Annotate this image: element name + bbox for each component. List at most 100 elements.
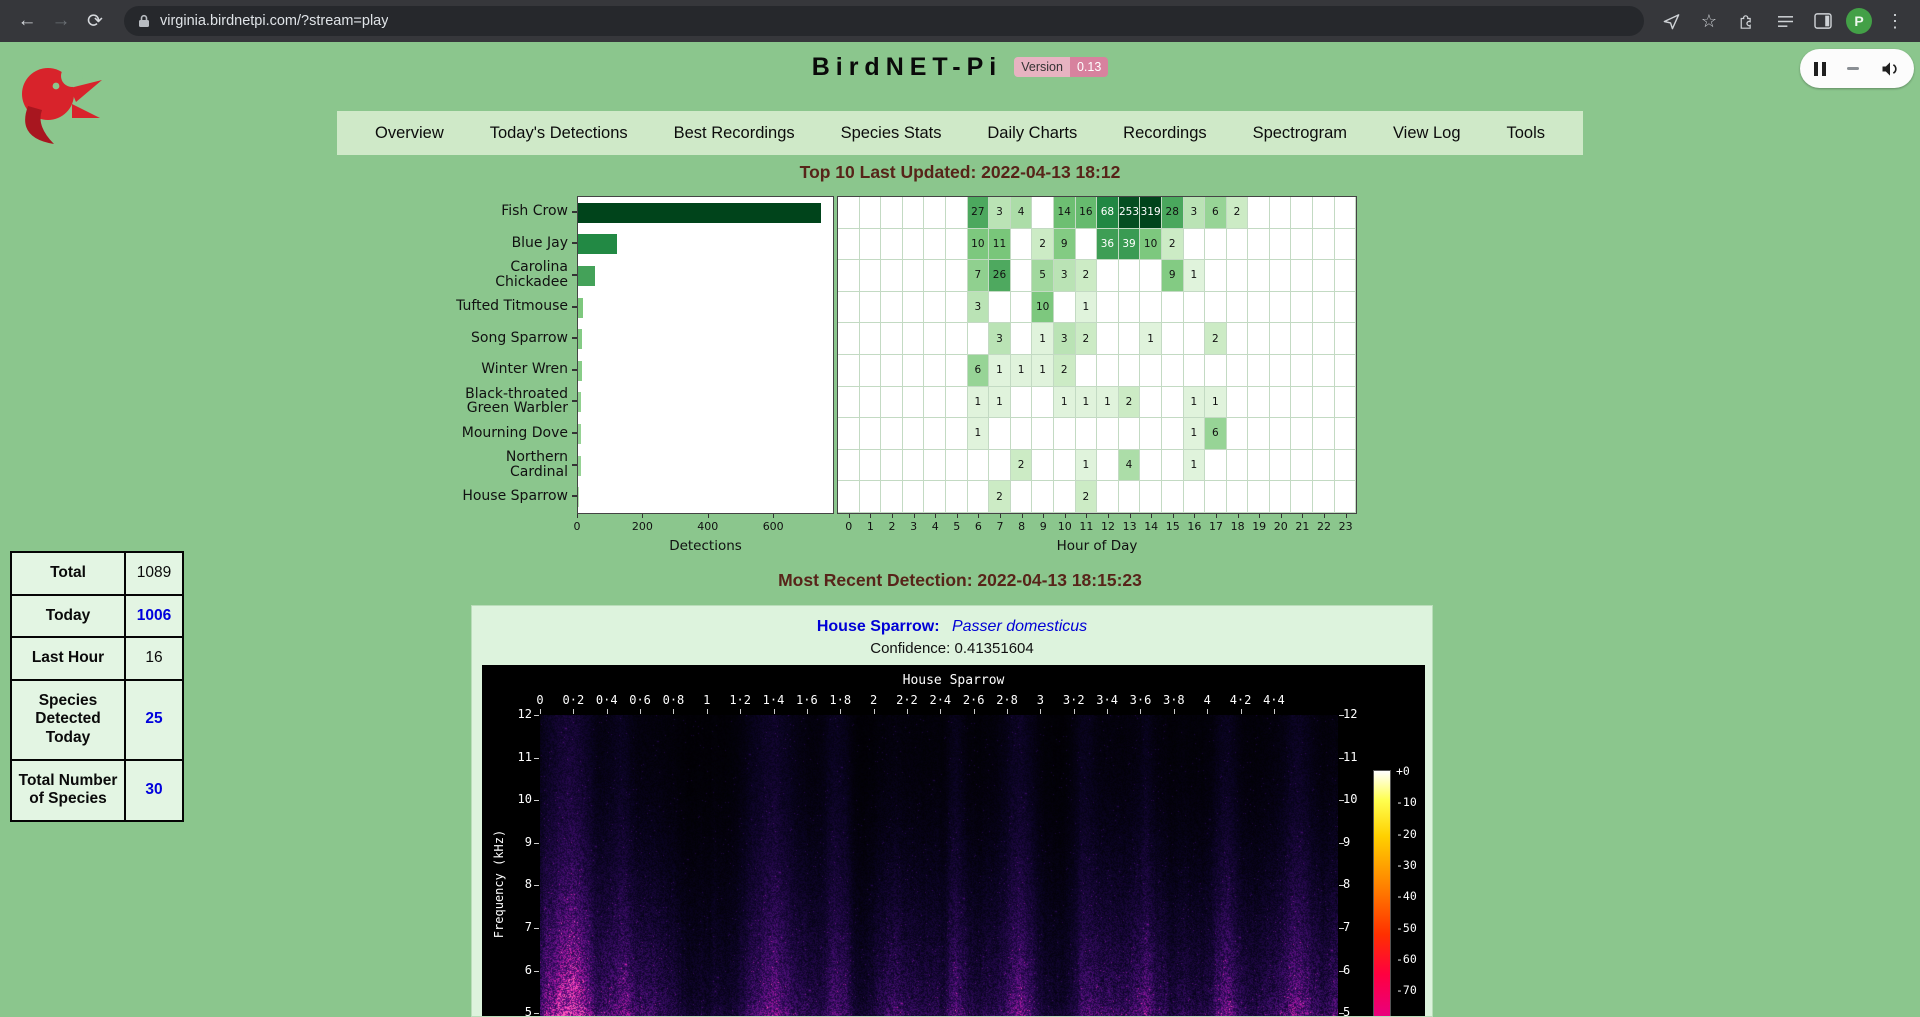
heatmap-cell	[1270, 418, 1292, 450]
hour-tick-mark	[1000, 514, 1001, 518]
spec-xtick: 3·4	[1096, 693, 1118, 707]
heatmap-cell	[860, 197, 882, 229]
spectrogram-title: House Sparrow	[482, 673, 1425, 688]
spec-xtick: 4·4	[1263, 693, 1285, 707]
heatmap-cell	[1270, 229, 1292, 261]
heatmap-cell	[1227, 355, 1249, 387]
heatmap-cell: 1	[1205, 387, 1227, 419]
detections-bar	[578, 298, 583, 318]
heatmap-cell: 68	[1097, 197, 1119, 229]
reading-list-icon[interactable]	[1770, 6, 1800, 36]
hour-tick-mark	[957, 514, 958, 518]
hour-tick-label: 8	[1018, 520, 1025, 533]
heatmap-cell: 1	[1032, 355, 1054, 387]
hour-tick-label: 12	[1101, 520, 1115, 533]
extensions-icon[interactable]	[1732, 6, 1762, 36]
heatmap-cell	[946, 387, 968, 419]
detections-bar	[578, 392, 581, 412]
hour-tick-mark	[1065, 514, 1066, 518]
nav-item-daily-charts[interactable]: Daily Charts	[987, 124, 1077, 143]
nav-item-view-log[interactable]: View Log	[1393, 124, 1461, 143]
side-panel-icon[interactable]	[1808, 6, 1838, 36]
species-name: Tufted Titmouse	[456, 299, 568, 314]
hour-tick-label: 17	[1209, 520, 1223, 533]
bar-row	[578, 260, 833, 292]
nav-item-spectrogram[interactable]: Spectrogram	[1253, 124, 1347, 143]
profile-avatar[interactable]: P	[1846, 8, 1872, 34]
heatmap-cell: 2	[1032, 229, 1054, 261]
xtick-label: 600	[763, 520, 784, 533]
address-bar[interactable]: virginia.birdnetpi.com/?stream=play	[124, 6, 1644, 36]
back-button[interactable]: ←	[10, 4, 44, 38]
heatmap-cell: 2	[989, 481, 1011, 513]
pause-button[interactable]	[1814, 62, 1826, 76]
top10-chart: Fish CrowBlue JayCarolina ChickadeeTufte…	[447, 196, 1357, 558]
nav-item-tools[interactable]: Tools	[1506, 124, 1545, 143]
nav-item-overview[interactable]: Overview	[375, 124, 444, 143]
heatmap-cell	[903, 260, 925, 292]
xtick-label: 200	[632, 520, 653, 533]
heatmap-cell: 4	[1119, 450, 1141, 482]
audio-player[interactable]	[1800, 49, 1914, 88]
heatmap-cell	[860, 292, 882, 324]
spectrogram-image	[540, 715, 1338, 1017]
heatmap-cell	[838, 197, 860, 229]
stats-value-link[interactable]: 25	[145, 710, 162, 727]
heatmap-cell	[1227, 323, 1249, 355]
heatmap-cell	[924, 292, 946, 324]
heatmap-cell	[924, 260, 946, 292]
heatmap-cell: 253	[1119, 197, 1141, 229]
spec-xtick: 2·8	[996, 693, 1018, 707]
bar-row	[578, 450, 833, 482]
bar-row	[578, 355, 833, 387]
forward-button[interactable]: →	[44, 4, 78, 38]
xtick-label: 0	[574, 520, 581, 533]
spec-xtick-mark	[840, 709, 841, 714]
heatmap-cell: 1	[1011, 355, 1033, 387]
nav-item-today-s-detections[interactable]: Today's Detections	[490, 124, 628, 143]
spec-xtick: 1	[703, 693, 710, 707]
heatmap-cell	[1205, 481, 1227, 513]
detections-bar	[578, 329, 582, 349]
spec-ytick-mark	[534, 758, 539, 759]
stats-value-cell: 30	[125, 760, 183, 821]
nav-item-best-recordings[interactable]: Best Recordings	[674, 124, 795, 143]
bar-row	[578, 292, 833, 324]
heatmap-cell	[1097, 481, 1119, 513]
species-latin-link[interactable]: Passer domesticus	[952, 618, 1087, 635]
version-label: Version	[1014, 57, 1070, 77]
species-common-link[interactable]: House Sparrow:	[817, 618, 940, 635]
spec-ytick-mark	[1339, 800, 1344, 801]
detection-title: House Sparrow: Passer domesticus	[472, 618, 1432, 638]
heatmap-cell	[1227, 481, 1249, 513]
hour-axis: Hour of Day 0123456789101112131415161718…	[837, 514, 1357, 558]
spec-ytick-right: 10	[1343, 792, 1375, 806]
volume-icon[interactable]	[1880, 59, 1900, 79]
nav-item-species-stats[interactable]: Species Stats	[841, 124, 942, 143]
stats-value-link[interactable]: 30	[145, 781, 162, 798]
heatmap-cell: 10	[1140, 229, 1162, 261]
stats-value-link[interactable]: 1006	[137, 607, 171, 624]
heatmap-cell	[1162, 418, 1184, 450]
bookmark-star-icon[interactable]: ☆	[1694, 6, 1724, 36]
share-icon[interactable]	[1656, 6, 1686, 36]
stats-row: Today1006	[11, 595, 183, 638]
detections-bar	[578, 234, 617, 254]
heatmap-cell: 1	[968, 418, 990, 450]
heatmap-cell	[1291, 387, 1313, 419]
hour-tick-label: 14	[1144, 520, 1158, 533]
menu-kebab-icon[interactable]: ⋮	[1880, 6, 1910, 36]
spec-xtick-mark	[1241, 709, 1242, 714]
nav-item-recordings[interactable]: Recordings	[1123, 124, 1206, 143]
heatmap-cell: 1	[1054, 387, 1076, 419]
heatmap-cell	[1270, 197, 1292, 229]
spec-ytick-right: 12	[1343, 707, 1375, 721]
heatmap-cell	[1291, 450, 1313, 482]
spec-ytick-right: 11	[1343, 750, 1375, 764]
heatmap-cell	[838, 481, 860, 513]
hour-tick-mark	[1086, 514, 1087, 518]
bar-row	[578, 387, 833, 419]
species-name: Mourning Dove	[462, 426, 568, 441]
seek-bar[interactable]	[1847, 67, 1859, 70]
reload-button[interactable]: ⟳	[78, 4, 112, 38]
